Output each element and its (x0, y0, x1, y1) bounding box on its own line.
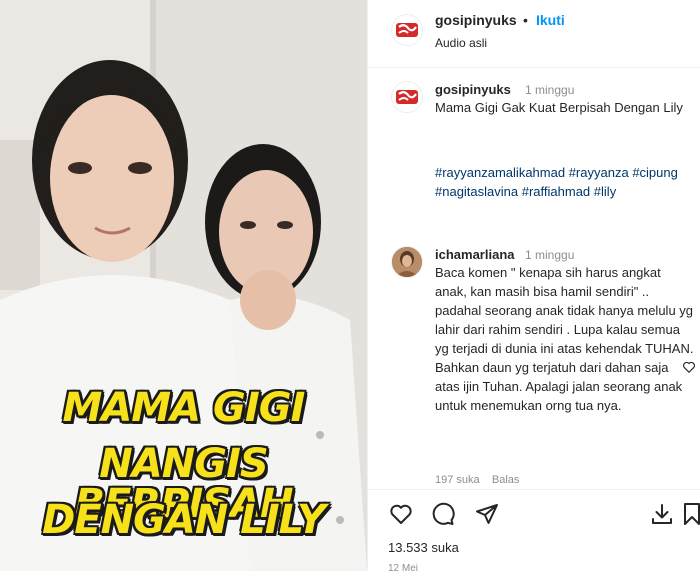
avatar[interactable] (391, 246, 423, 278)
comment-icon (432, 502, 455, 525)
bookmark-icon (684, 503, 700, 525)
caption-hashtags: #rayyanzamalikahmad #rayyanza #cipung #n… (435, 163, 695, 201)
separator-dot: • (523, 12, 528, 28)
caption-text: Mama Gigi Gak Kuat Berpisah Dengan Lily (435, 100, 683, 115)
share-button[interactable] (475, 502, 499, 531)
post-date[interactable]: 12 Mei (388, 563, 418, 571)
post-sidebar: gosipinyuks • Ikuti Audio asli gosipinyu… (367, 0, 700, 571)
user-photo-icon (392, 247, 422, 277)
caption-time[interactable]: 1 minggu (525, 83, 574, 97)
send-icon (476, 504, 498, 524)
comments-section[interactable]: gosipinyuks 1 minggu Mama Gigi Gak Kuat … (368, 69, 700, 489)
overlay-caption-line-3: DENGAN LILY (42, 497, 326, 543)
hashtag-link[interactable]: #cipung (632, 165, 678, 180)
hashtag-link[interactable]: #nagitaslavina (435, 184, 518, 199)
follow-button[interactable]: Ikuti (536, 12, 565, 28)
overlay-caption-line-1: MAMA GIGI (62, 385, 306, 431)
hashtag-link[interactable]: #rayyanza (569, 165, 629, 180)
comment-likes[interactable]: 197 suka (435, 474, 480, 486)
comment-like-button[interactable] (682, 360, 696, 379)
comment-time[interactable]: 1 minggu (525, 248, 574, 262)
audio-label[interactable]: Audio asli (435, 36, 487, 50)
reply-button[interactable]: Balas (492, 474, 520, 486)
like-button[interactable] (388, 502, 414, 531)
post-header: gosipinyuks • Ikuti Audio asli (368, 0, 700, 68)
likes-count[interactable]: 13.533 suka (388, 540, 459, 555)
save-button[interactable] (682, 502, 700, 531)
heart-icon (683, 361, 695, 373)
action-bar: 13.533 suka 12 Mei (368, 489, 700, 571)
heart-icon (390, 504, 412, 524)
comment-username[interactable]: ichamarliana (435, 247, 515, 262)
comment-meta: 197 suka Balas (435, 474, 519, 486)
download-button[interactable] (650, 502, 674, 531)
comment-button[interactable] (431, 502, 455, 531)
comment-text: Baca komen " kenapa sih harus angkat ana… (435, 265, 694, 413)
avatar[interactable] (391, 81, 423, 113)
hashtag-link[interactable]: #lily (594, 184, 616, 199)
brand-logo-icon (396, 90, 418, 104)
hashtag-link[interactable]: #rayyanzamalikahmad (435, 165, 565, 180)
avatar[interactable] (391, 14, 423, 46)
post-media[interactable]: MAMA GIGI NANGIS BERPISAH DENGAN LILY (0, 0, 367, 571)
brand-logo-icon (396, 23, 418, 37)
download-icon (652, 504, 672, 524)
caption-username[interactable]: gosipinyuks (435, 82, 511, 97)
post-username[interactable]: gosipinyuks (435, 12, 517, 28)
hashtag-link[interactable]: #raffiahmad (522, 184, 590, 199)
